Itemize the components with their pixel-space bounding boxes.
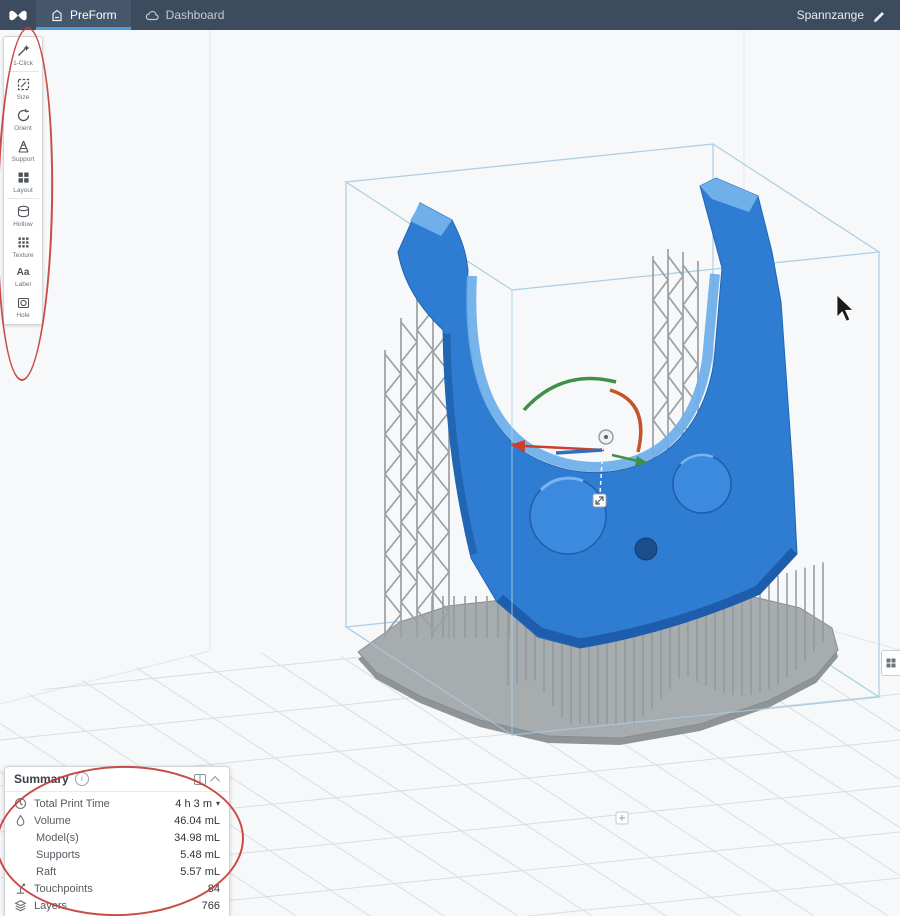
summary-rows: Total Print Time 4 h 3 m ▾ Volume 46.04 … bbox=[5, 792, 229, 916]
gizmo-axis-z bbox=[556, 450, 602, 453]
model-spannzange[interactable] bbox=[398, 178, 797, 648]
summary-value: 46.04 mL bbox=[174, 815, 220, 827]
summary-label: Supports bbox=[36, 849, 80, 861]
summary-panel: Summary i Total Print Time 4 h 3 m ▾ Vol… bbox=[4, 766, 230, 916]
preform-window: { "topbar": { "tabs": [ {"label": "PreFo… bbox=[0, 0, 900, 916]
summary-label: Model(s) bbox=[36, 832, 79, 844]
panel-grid-icon bbox=[886, 658, 896, 668]
size-icon bbox=[16, 77, 31, 92]
summary-row-supports: Supports 5.48 mL bbox=[5, 846, 229, 863]
layers-icon bbox=[14, 899, 28, 912]
toolbar-separator bbox=[7, 71, 39, 72]
orient-rotate-icon bbox=[16, 108, 31, 123]
tool-label: Hole bbox=[16, 312, 29, 319]
info-icon[interactable]: i bbox=[75, 772, 89, 786]
summary-label: Volume bbox=[34, 815, 71, 827]
cloud-icon bbox=[145, 9, 160, 22]
caret-down-icon[interactable]: ▾ bbox=[216, 799, 220, 808]
tool-orient[interactable]: Orient bbox=[4, 104, 42, 135]
support-scaffold-icon bbox=[16, 139, 31, 154]
tool-label: Label bbox=[15, 281, 31, 288]
tab-dashboard[interactable]: Dashboard bbox=[131, 0, 239, 30]
summary-value: 5.57 mL bbox=[180, 866, 220, 878]
summary-value: 5.48 mL bbox=[180, 849, 220, 861]
layout-grid-icon bbox=[16, 170, 31, 185]
volume-droplet-icon bbox=[14, 814, 28, 827]
tool-one-click[interactable]: 1-Click bbox=[4, 39, 42, 70]
summary-value: 84 bbox=[208, 883, 220, 895]
right-panel-toggle-button[interactable] bbox=[881, 650, 900, 676]
gizmo-rotate-ring-orange bbox=[610, 390, 641, 452]
magic-wand-icon bbox=[16, 43, 31, 58]
tool-size[interactable]: Size bbox=[4, 73, 42, 104]
touchpoint-icon bbox=[14, 882, 28, 895]
formlabs-logo[interactable] bbox=[0, 0, 36, 30]
summary-label: Layers bbox=[34, 900, 67, 912]
floor-origin-marker bbox=[616, 812, 628, 824]
model-hole bbox=[635, 538, 657, 560]
gizmo-rotate-ring-green bbox=[524, 379, 616, 411]
tab-preform[interactable]: PreForm bbox=[36, 0, 131, 30]
summary-value: 766 bbox=[202, 900, 220, 912]
label-aa-icon: Aa bbox=[17, 266, 30, 279]
hole-cube-icon bbox=[16, 295, 31, 310]
summary-title: Summary bbox=[14, 772, 69, 786]
summary-row-layers: Layers 766 bbox=[5, 897, 229, 914]
topbar: PreForm Dashboard Spannzange bbox=[0, 0, 900, 30]
tool-support[interactable]: Support bbox=[4, 135, 42, 166]
butterfly-icon bbox=[7, 7, 29, 24]
summary-label: Raft bbox=[36, 866, 56, 878]
tool-hole[interactable]: Hole bbox=[4, 291, 42, 322]
tool-hollow[interactable]: Hollow bbox=[4, 200, 42, 231]
tool-layout[interactable]: Layout bbox=[4, 166, 42, 197]
tool-label: Orient bbox=[14, 125, 32, 132]
pencil-icon bbox=[872, 8, 886, 22]
summary-row-touchpoints: Touchpoints 84 bbox=[5, 880, 229, 897]
collapse-chevron-icon[interactable] bbox=[213, 776, 220, 783]
tab-preform-label: PreForm bbox=[70, 8, 117, 22]
edit-project-name-button[interactable] bbox=[872, 8, 886, 22]
tool-sidebar: 1-Click Size Orient Support Layout bbox=[3, 36, 43, 325]
summary-label: Touchpoints bbox=[34, 883, 93, 895]
tool-label: Texture bbox=[12, 252, 33, 259]
tool-label: Size bbox=[17, 94, 30, 101]
printer-icon bbox=[50, 8, 64, 22]
texture-dots-icon bbox=[16, 235, 31, 250]
mouse-cursor bbox=[837, 295, 853, 321]
tool-label: Support bbox=[12, 156, 35, 163]
summary-row-volume: Volume 46.04 mL bbox=[5, 812, 229, 829]
gizmo-center-dot bbox=[604, 435, 608, 439]
tool-label: 1-Click bbox=[13, 60, 33, 67]
summary-value: 4 h 3 m bbox=[175, 798, 212, 810]
tool-label-text[interactable]: Aa Label bbox=[4, 262, 42, 291]
summary-row-print-time: Total Print Time 4 h 3 m ▾ bbox=[5, 795, 229, 812]
clock-icon bbox=[14, 797, 28, 810]
tool-label: Layout bbox=[13, 187, 33, 194]
tool-texture[interactable]: Texture bbox=[4, 231, 42, 262]
summary-header: Summary i bbox=[5, 767, 229, 792]
project-name: Spannzange bbox=[797, 8, 864, 22]
tab-dashboard-label: Dashboard bbox=[166, 8, 225, 22]
summary-value: 34.98 mL bbox=[174, 832, 220, 844]
summary-row-raft: Raft 5.57 mL bbox=[5, 863, 229, 880]
toolbar-separator bbox=[7, 198, 39, 199]
hollow-cylinder-icon bbox=[16, 204, 31, 219]
summary-label: Total Print Time bbox=[34, 798, 110, 810]
summary-row-models: Model(s) 34.98 mL bbox=[5, 829, 229, 846]
tool-label: Hollow bbox=[13, 221, 33, 228]
panel-toggle-icon[interactable] bbox=[194, 774, 206, 785]
